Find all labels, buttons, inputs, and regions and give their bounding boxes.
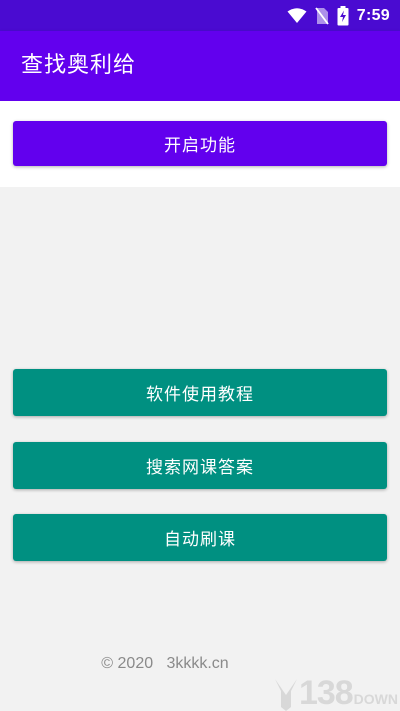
battery-charging-icon [337,5,349,25]
watermark-number: 138 [298,674,354,711]
auto-study-button[interactable]: 自动刷课 [13,514,387,561]
enable-feature-button[interactable]: 开启功能 [13,121,387,166]
watermark-logo-icon [274,679,297,711]
wifi-icon [287,7,307,23]
no-sim-icon [315,6,329,25]
app-bar: 查找奥利给 [0,31,400,101]
search-answers-button[interactable]: 搜索网课答案 [13,442,387,489]
status-time: 7:59 [356,6,390,24]
app-title: 查找奥利给 [21,53,137,78]
footer-copyright: © 2020 [101,655,154,672]
watermark-suffix: DOWN [353,691,398,707]
status-bar: 7:59 [0,0,400,31]
watermark: 138 DOWN [273,671,398,711]
tutorial-button[interactable]: 软件使用教程 [13,369,387,416]
status-icons: 7:59 [287,0,390,31]
footer-site: 3kkkk.cn [166,655,229,672]
